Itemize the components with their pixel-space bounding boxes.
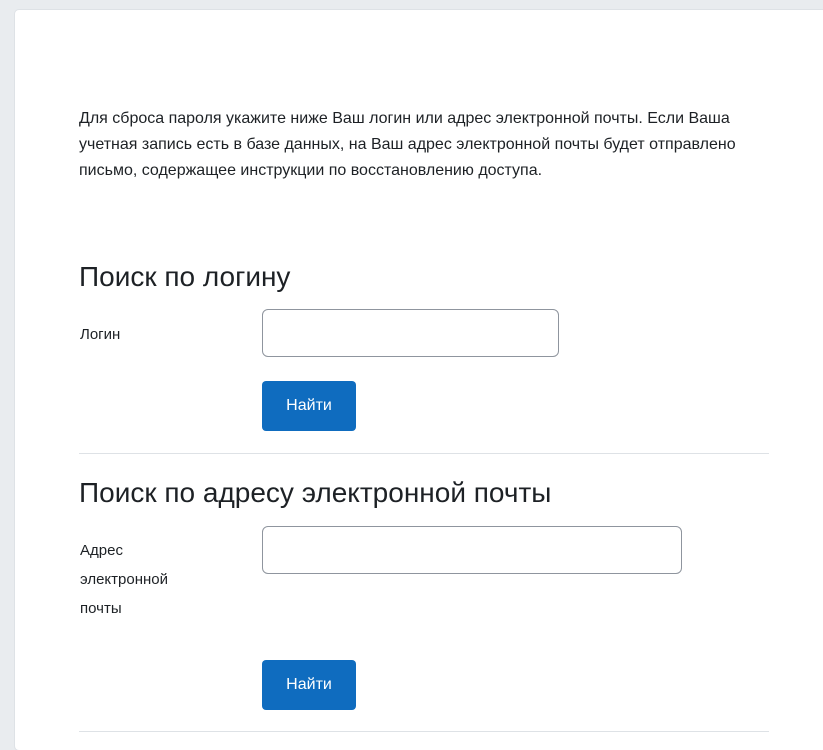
instructions-text: Для сброса пароля укажите ниже Ваш логин… xyxy=(79,110,736,179)
search-by-email-heading: Поиск по адресу электронной почты xyxy=(79,477,552,508)
login-input[interactable] xyxy=(262,309,559,357)
section-divider xyxy=(79,453,769,454)
email-field-label: Адрес электронной почты xyxy=(80,542,168,617)
search-by-email-button[interactable]: Найти xyxy=(262,660,356,710)
search-by-login-heading: Поиск по логину xyxy=(79,261,291,292)
search-by-login-button[interactable]: Найти xyxy=(262,381,356,431)
email-input[interactable] xyxy=(262,526,682,574)
section-divider xyxy=(79,731,769,732)
login-field-label: Логин xyxy=(80,326,121,343)
